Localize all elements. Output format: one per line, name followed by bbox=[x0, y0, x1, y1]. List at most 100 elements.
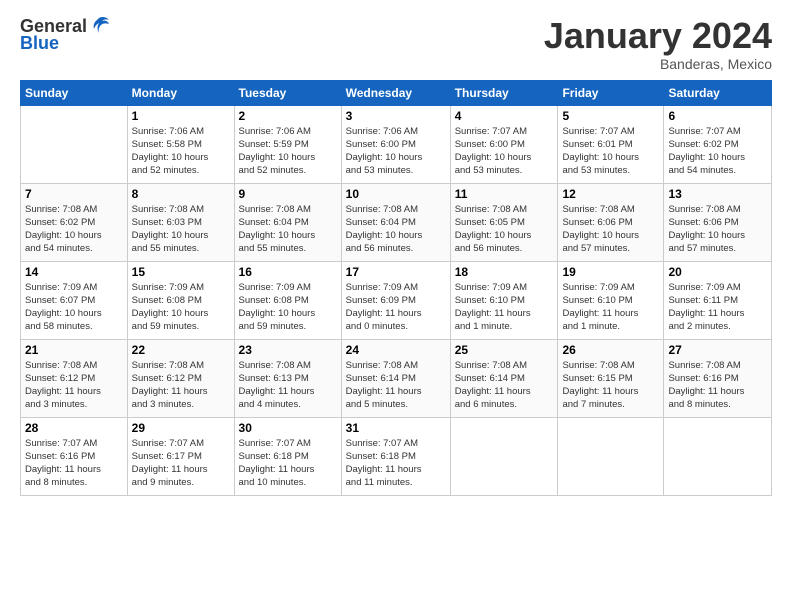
day-number: 30 bbox=[239, 421, 337, 435]
table-row bbox=[664, 417, 772, 495]
table-row: 17 Sunrise: 7:09 AM Sunset: 6:09 PM Dayli… bbox=[341, 261, 450, 339]
day-info: Sunrise: 7:08 AM Sunset: 6:12 PM Dayligh… bbox=[25, 359, 123, 412]
day-number: 7 bbox=[25, 187, 123, 201]
calendar-week-row: 21 Sunrise: 7:08 AM Sunset: 6:12 PM Dayli… bbox=[21, 339, 772, 417]
day-number: 16 bbox=[239, 265, 337, 279]
table-row: 31Sunrise: 7:07 AM Sunset: 6:18 PM Dayli… bbox=[341, 417, 450, 495]
table-row: 24 Sunrise: 7:08 AM Sunset: 6:14 PM Dayli… bbox=[341, 339, 450, 417]
col-sunday: Sunday bbox=[21, 80, 128, 105]
day-info: Sunrise: 7:09 AM Sunset: 6:07 PM Dayligh… bbox=[25, 281, 123, 334]
day-number: 25 bbox=[455, 343, 554, 357]
day-info: Sunrise: 7:06 AM Sunset: 5:58 PM Dayligh… bbox=[132, 125, 230, 178]
day-number: 29 bbox=[132, 421, 230, 435]
day-info: Sunrise: 7:09 AM Sunset: 6:10 PM Dayligh… bbox=[455, 281, 554, 334]
title-block: January 2024 Banderas, Mexico bbox=[544, 16, 772, 72]
day-info: Sunrise: 7:06 AM Sunset: 5:59 PM Dayligh… bbox=[239, 125, 337, 178]
day-number: 18 bbox=[455, 265, 554, 279]
table-row: 21 Sunrise: 7:08 AM Sunset: 6:12 PM Dayli… bbox=[21, 339, 128, 417]
day-number: 10 bbox=[346, 187, 446, 201]
col-monday: Monday bbox=[127, 80, 234, 105]
calendar-week-row: 28Sunrise: 7:07 AM Sunset: 6:16 PM Dayli… bbox=[21, 417, 772, 495]
day-info: Sunrise: 7:08 AM Sunset: 6:04 PM Dayligh… bbox=[346, 203, 446, 256]
day-info: Sunrise: 7:08 AM Sunset: 6:13 PM Dayligh… bbox=[239, 359, 337, 412]
day-number: 13 bbox=[668, 187, 767, 201]
table-row: 12 Sunrise: 7:08 AM Sunset: 6:06 PM Dayli… bbox=[558, 183, 664, 261]
table-row bbox=[21, 105, 128, 183]
table-row: 13 Sunrise: 7:08 AM Sunset: 6:06 PM Dayli… bbox=[664, 183, 772, 261]
calendar-week-row: 1 Sunrise: 7:06 AM Sunset: 5:58 PM Daylig… bbox=[21, 105, 772, 183]
table-row: 29 Sunrise: 7:07 AM Sunset: 6:17 PM Dayli… bbox=[127, 417, 234, 495]
table-row: 20Sunrise: 7:09 AM Sunset: 6:11 PM Dayli… bbox=[664, 261, 772, 339]
day-info: Sunrise: 7:08 AM Sunset: 6:14 PM Dayligh… bbox=[346, 359, 446, 412]
table-row: 14Sunrise: 7:09 AM Sunset: 6:07 PM Dayli… bbox=[21, 261, 128, 339]
day-number: 6 bbox=[668, 109, 767, 123]
day-info: Sunrise: 7:09 AM Sunset: 6:08 PM Dayligh… bbox=[132, 281, 230, 334]
table-row: 2 Sunrise: 7:06 AM Sunset: 5:59 PM Daylig… bbox=[234, 105, 341, 183]
day-number: 5 bbox=[562, 109, 659, 123]
day-info: Sunrise: 7:08 AM Sunset: 6:12 PM Dayligh… bbox=[132, 359, 230, 412]
day-info: Sunrise: 7:07 AM Sunset: 6:00 PM Dayligh… bbox=[455, 125, 554, 178]
day-number: 31 bbox=[346, 421, 446, 435]
table-row: 18 Sunrise: 7:09 AM Sunset: 6:10 PM Dayli… bbox=[450, 261, 558, 339]
table-row: 4 Sunrise: 7:07 AM Sunset: 6:00 PM Daylig… bbox=[450, 105, 558, 183]
day-info: Sunrise: 7:08 AM Sunset: 6:06 PM Dayligh… bbox=[562, 203, 659, 256]
day-number: 8 bbox=[132, 187, 230, 201]
logo-blue: Blue bbox=[20, 33, 59, 54]
day-info: Sunrise: 7:07 AM Sunset: 6:18 PM Dayligh… bbox=[239, 437, 337, 490]
day-number: 22 bbox=[132, 343, 230, 357]
col-friday: Friday bbox=[558, 80, 664, 105]
day-number: 15 bbox=[132, 265, 230, 279]
table-row: 25Sunrise: 7:08 AM Sunset: 6:14 PM Dayli… bbox=[450, 339, 558, 417]
calendar-header-row: Sunday Monday Tuesday Wednesday Thursday… bbox=[21, 80, 772, 105]
day-number: 21 bbox=[25, 343, 123, 357]
table-row: 15 Sunrise: 7:09 AM Sunset: 6:08 PM Dayli… bbox=[127, 261, 234, 339]
day-info: Sunrise: 7:08 AM Sunset: 6:03 PM Dayligh… bbox=[132, 203, 230, 256]
day-number: 3 bbox=[346, 109, 446, 123]
day-number: 12 bbox=[562, 187, 659, 201]
table-row: 16Sunrise: 7:09 AM Sunset: 6:08 PM Dayli… bbox=[234, 261, 341, 339]
day-number: 4 bbox=[455, 109, 554, 123]
day-info: Sunrise: 7:06 AM Sunset: 6:00 PM Dayligh… bbox=[346, 125, 446, 178]
day-info: Sunrise: 7:08 AM Sunset: 6:02 PM Dayligh… bbox=[25, 203, 123, 256]
table-row bbox=[450, 417, 558, 495]
table-row: 23 Sunrise: 7:08 AM Sunset: 6:13 PM Dayli… bbox=[234, 339, 341, 417]
day-number: 11 bbox=[455, 187, 554, 201]
day-number: 26 bbox=[562, 343, 659, 357]
location: Banderas, Mexico bbox=[544, 56, 772, 72]
day-number: 19 bbox=[562, 265, 659, 279]
table-row: 30 Sunrise: 7:07 AM Sunset: 6:18 PM Dayli… bbox=[234, 417, 341, 495]
day-info: Sunrise: 7:07 AM Sunset: 6:02 PM Dayligh… bbox=[668, 125, 767, 178]
day-info: Sunrise: 7:07 AM Sunset: 6:17 PM Dayligh… bbox=[132, 437, 230, 490]
logo-bird-icon bbox=[89, 14, 111, 36]
col-wednesday: Wednesday bbox=[341, 80, 450, 105]
table-row: 5Sunrise: 7:07 AM Sunset: 6:01 PM Daylig… bbox=[558, 105, 664, 183]
day-number: 27 bbox=[668, 343, 767, 357]
table-row: 6 Sunrise: 7:07 AM Sunset: 6:02 PM Daylig… bbox=[664, 105, 772, 183]
calendar-table: Sunday Monday Tuesday Wednesday Thursday… bbox=[20, 80, 772, 496]
logo: General Blue bbox=[20, 16, 111, 54]
day-info: Sunrise: 7:07 AM Sunset: 6:16 PM Dayligh… bbox=[25, 437, 123, 490]
day-info: Sunrise: 7:08 AM Sunset: 6:04 PM Dayligh… bbox=[239, 203, 337, 256]
day-number: 1 bbox=[132, 109, 230, 123]
day-info: Sunrise: 7:08 AM Sunset: 6:05 PM Dayligh… bbox=[455, 203, 554, 256]
table-row: 10 Sunrise: 7:08 AM Sunset: 6:04 PM Dayli… bbox=[341, 183, 450, 261]
table-row: 7 Sunrise: 7:08 AM Sunset: 6:02 PM Daylig… bbox=[21, 183, 128, 261]
table-row: 3 Sunrise: 7:06 AM Sunset: 6:00 PM Daylig… bbox=[341, 105, 450, 183]
day-info: Sunrise: 7:08 AM Sunset: 6:16 PM Dayligh… bbox=[668, 359, 767, 412]
day-number: 9 bbox=[239, 187, 337, 201]
table-row: 26Sunrise: 7:08 AM Sunset: 6:15 PM Dayli… bbox=[558, 339, 664, 417]
day-number: 17 bbox=[346, 265, 446, 279]
table-row: 8 Sunrise: 7:08 AM Sunset: 6:03 PM Daylig… bbox=[127, 183, 234, 261]
col-tuesday: Tuesday bbox=[234, 80, 341, 105]
day-number: 24 bbox=[346, 343, 446, 357]
page-header: General Blue January 2024 Banderas, Mexi… bbox=[20, 16, 772, 72]
day-number: 20 bbox=[668, 265, 767, 279]
table-row: 19Sunrise: 7:09 AM Sunset: 6:10 PM Dayli… bbox=[558, 261, 664, 339]
table-row: 28Sunrise: 7:07 AM Sunset: 6:16 PM Dayli… bbox=[21, 417, 128, 495]
calendar-week-row: 7 Sunrise: 7:08 AM Sunset: 6:02 PM Daylig… bbox=[21, 183, 772, 261]
month-title: January 2024 bbox=[544, 16, 772, 56]
day-info: Sunrise: 7:08 AM Sunset: 6:06 PM Dayligh… bbox=[668, 203, 767, 256]
day-number: 23 bbox=[239, 343, 337, 357]
day-info: Sunrise: 7:09 AM Sunset: 6:09 PM Dayligh… bbox=[346, 281, 446, 334]
day-number: 2 bbox=[239, 109, 337, 123]
